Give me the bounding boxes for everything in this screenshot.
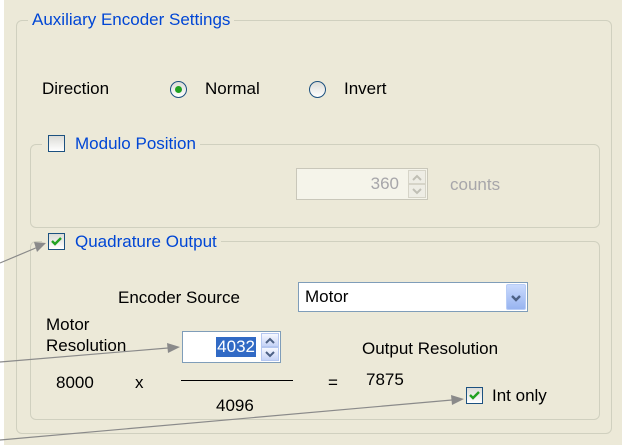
- equation-denominator: 4096: [216, 396, 254, 415]
- equation-result: 7875: [366, 370, 404, 389]
- motor-resolution-value: 4032: [216, 337, 256, 357]
- equation-equals: =: [328, 373, 338, 392]
- radio-selected-dot: [175, 86, 182, 93]
- modulo-position-group-title: Modulo Position: [42, 134, 200, 154]
- direction-invert-label[interactable]: Invert: [344, 79, 387, 99]
- spin-down-icon[interactable]: [261, 347, 279, 361]
- direction-invert-radio[interactable]: [309, 81, 326, 98]
- modulo-spinner: [408, 170, 426, 198]
- direction-normal-radio[interactable]: [170, 81, 187, 98]
- modulo-value: 360: [370, 174, 399, 193]
- equation-multiplier: 8000: [56, 373, 94, 392]
- modulo-unit-label: counts: [450, 175, 501, 194]
- int-only-label[interactable]: Int only: [492, 386, 547, 406]
- spin-up-icon[interactable]: [261, 333, 279, 347]
- output-resolution-label: Output Resolution: [362, 339, 499, 358]
- direction-normal-label[interactable]: Normal: [205, 79, 260, 99]
- motor-resolution-spinner[interactable]: [261, 333, 279, 361]
- checkmark-icon: [51, 237, 62, 246]
- motor-resolution-input[interactable]: 4032: [182, 331, 281, 363]
- equation-times: x: [135, 373, 144, 392]
- aux-encoder-group-title: Auxiliary Encoder Settings: [28, 10, 235, 30]
- encoder-source-label: Encoder Source: [118, 288, 240, 307]
- int-only-checkbox[interactable]: [466, 387, 483, 404]
- settings-panel: Auxiliary Encoder Settings Direction Nor…: [4, 0, 622, 445]
- motor-resolution-label-line2: Resolution: [46, 336, 127, 355]
- chevron-down-icon: [511, 295, 521, 302]
- quadrature-output-checkbox[interactable]: [48, 233, 65, 250]
- quadrature-output-group-title: Quadrature Output: [42, 232, 221, 252]
- spin-down-icon: [408, 184, 426, 198]
- quadrature-output-label[interactable]: Quadrature Output: [75, 232, 217, 251]
- dropdown-arrow-button[interactable]: [506, 284, 526, 310]
- encoder-source-select[interactable]: Motor: [298, 282, 528, 312]
- direction-label: Direction: [42, 79, 110, 98]
- modulo-position-label[interactable]: Modulo Position: [75, 134, 196, 153]
- motor-resolution-label-line1: Motor: [46, 315, 90, 334]
- checkmark-icon: [469, 391, 480, 400]
- modulo-position-checkbox[interactable]: [48, 135, 65, 152]
- fraction-bar: [181, 380, 293, 381]
- modulo-value-input: 360: [296, 168, 428, 200]
- spin-up-icon: [408, 170, 426, 184]
- encoder-source-value: Motor: [305, 287, 349, 306]
